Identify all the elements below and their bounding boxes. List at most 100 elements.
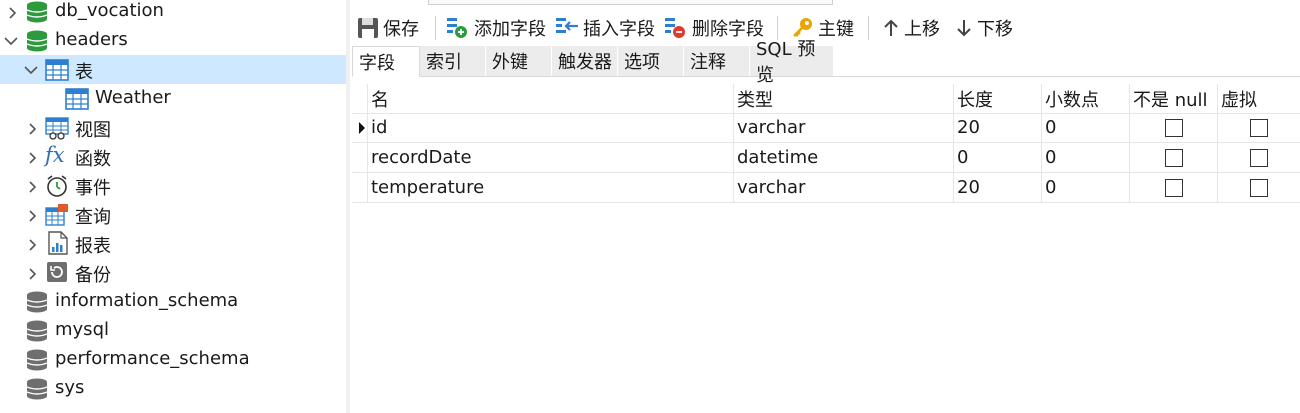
save-button[interactable]: 保存 bbox=[357, 12, 419, 44]
function-icon: fx bbox=[45, 143, 65, 167]
tree-item-db-vocation[interactable]: db_vocation bbox=[0, 0, 346, 26]
column-header-name[interactable]: 名 bbox=[368, 84, 734, 113]
add-field-button[interactable]: 添加字段 bbox=[446, 12, 546, 44]
report-icon bbox=[47, 231, 71, 255]
not-null-checkbox[interactable] bbox=[1164, 178, 1183, 197]
column-header-not-null[interactable]: 不是 null bbox=[1130, 84, 1218, 113]
chevron-down-icon[interactable] bbox=[4, 34, 18, 48]
tab-options[interactable]: 选项 bbox=[618, 46, 684, 76]
field-length-cell[interactable]: 20 bbox=[954, 113, 1042, 142]
delete-field-icon bbox=[665, 18, 685, 38]
pane-splitter[interactable] bbox=[346, 0, 350, 413]
move-up-button[interactable]: 上移 bbox=[882, 12, 940, 44]
tab-comments[interactable]: 注释 bbox=[684, 46, 750, 76]
tree-item-headers[interactable]: headers bbox=[0, 26, 346, 55]
tab-indexes[interactable]: 索引 bbox=[420, 46, 486, 76]
add-field-label: 添加字段 bbox=[474, 19, 546, 40]
field-decimals-cell[interactable]: 0 bbox=[1042, 173, 1130, 202]
chevron-right-icon[interactable] bbox=[25, 151, 39, 165]
not-null-checkbox[interactable] bbox=[1164, 148, 1183, 167]
virtual-cell bbox=[1218, 113, 1300, 142]
tree-item-label: information_schema bbox=[55, 290, 239, 311]
chevron-down-icon[interactable] bbox=[24, 63, 38, 77]
field-decimals-cell[interactable]: 0 bbox=[1042, 113, 1130, 142]
tree-item-label: 查询 bbox=[75, 207, 111, 228]
database-icon bbox=[25, 319, 49, 343]
chevron-right-icon[interactable] bbox=[5, 6, 19, 20]
virtual-cell bbox=[1218, 173, 1300, 202]
tab-fields[interactable]: 字段 bbox=[352, 46, 420, 77]
not-null-cell bbox=[1130, 143, 1218, 172]
save-label: 保存 bbox=[383, 19, 419, 40]
arrow-up-icon bbox=[884, 19, 898, 36]
tree-item-events[interactable]: 事件 bbox=[0, 171, 346, 200]
table-row[interactable]: id varchar 20 0 bbox=[352, 113, 1300, 143]
field-type-cell[interactable]: varchar bbox=[734, 113, 954, 142]
database-icon bbox=[25, 348, 49, 372]
event-clock-icon bbox=[45, 174, 69, 198]
column-header-length[interactable]: 长度 bbox=[954, 84, 1042, 113]
column-header-decimals[interactable]: 小数点 bbox=[1042, 84, 1130, 113]
field-length-cell[interactable]: 0 bbox=[954, 143, 1042, 172]
not-null-cell bbox=[1130, 113, 1218, 142]
row-indicator bbox=[352, 173, 368, 202]
virtual-checkbox[interactable] bbox=[1250, 178, 1268, 197]
chevron-right-icon[interactable] bbox=[25, 122, 39, 136]
tree-item-functions[interactable]: fx 函数 bbox=[0, 142, 346, 171]
chevron-right-icon[interactable] bbox=[25, 267, 39, 281]
field-name-cell[interactable]: recordDate bbox=[368, 143, 734, 172]
tab-foreign-keys[interactable]: 外键 bbox=[486, 46, 552, 76]
tree-item-performance-schema[interactable]: performance_schema bbox=[0, 345, 346, 374]
tree-item-mysql[interactable]: mysql bbox=[0, 316, 346, 345]
column-header-type[interactable]: 类型 bbox=[734, 84, 954, 113]
tree-item-label: sys bbox=[55, 377, 85, 398]
tree-item-label: 函数 bbox=[75, 149, 111, 170]
table-row[interactable]: recordDate datetime 0 0 bbox=[352, 143, 1300, 173]
field-type-cell[interactable]: datetime bbox=[734, 143, 954, 172]
virtual-checkbox[interactable] bbox=[1250, 148, 1268, 167]
tree-item-reports[interactable]: 报表 bbox=[0, 229, 346, 258]
tree-item-label: Weather bbox=[95, 87, 171, 108]
tree-item-label: db_vocation bbox=[55, 0, 164, 21]
table-group-icon bbox=[45, 58, 69, 82]
tree-item-label: 备份 bbox=[75, 265, 111, 286]
delete-field-button[interactable]: 删除字段 bbox=[664, 12, 764, 44]
tab-sql-preview[interactable]: SQL 预览 bbox=[750, 39, 834, 86]
field-decimals-cell[interactable]: 0 bbox=[1042, 143, 1130, 172]
tree-item-views[interactable]: 视图 bbox=[0, 113, 346, 142]
virtual-cell bbox=[1218, 143, 1300, 172]
tree-item-information-schema[interactable]: information_schema bbox=[0, 287, 346, 316]
toolbar-separator bbox=[868, 16, 869, 40]
tree-item-weather-table[interactable]: Weather bbox=[0, 84, 346, 113]
database-icon bbox=[25, 0, 49, 24]
move-down-button[interactable]: 下移 bbox=[955, 12, 1013, 44]
field-name-cell[interactable]: id bbox=[368, 113, 734, 142]
field-length-cell[interactable]: 20 bbox=[954, 173, 1042, 202]
editor-tab-edge bbox=[428, 0, 833, 5]
chevron-right-icon[interactable] bbox=[25, 180, 39, 194]
field-type-cell[interactable]: varchar bbox=[734, 173, 954, 202]
query-icon bbox=[45, 203, 69, 227]
chevron-right-icon[interactable] bbox=[25, 238, 39, 252]
tree-item-label: performance_schema bbox=[55, 348, 250, 369]
tree-item-backups[interactable]: 备份 bbox=[0, 258, 346, 287]
designer-tabs: 字段 索引 外键 触发器 选项 注释 SQL 预览 bbox=[352, 39, 1300, 86]
tree-item-label: 视图 bbox=[75, 120, 111, 141]
insert-field-button[interactable]: 插入字段 bbox=[555, 12, 655, 44]
tab-triggers[interactable]: 触发器 bbox=[552, 46, 618, 76]
database-icon bbox=[25, 29, 49, 53]
database-icon bbox=[25, 377, 49, 401]
tree-item-label: 表 bbox=[75, 62, 93, 83]
virtual-checkbox[interactable] bbox=[1250, 118, 1268, 137]
tree-item-sys[interactable]: sys bbox=[0, 374, 346, 403]
column-header-virtual[interactable]: 虚拟 bbox=[1218, 84, 1300, 113]
tree-item-queries[interactable]: 查询 bbox=[0, 200, 346, 229]
row-indicator-header bbox=[352, 84, 368, 113]
table-row[interactable]: temperature varchar 20 0 bbox=[352, 173, 1300, 203]
not-null-checkbox[interactable] bbox=[1164, 118, 1183, 137]
tree-item-tables[interactable]: 表 bbox=[0, 55, 346, 84]
row-indicator bbox=[352, 143, 368, 172]
tree-item-label: 报表 bbox=[75, 236, 111, 257]
chevron-right-icon[interactable] bbox=[25, 209, 39, 223]
field-name-cell[interactable]: temperature bbox=[368, 173, 734, 202]
